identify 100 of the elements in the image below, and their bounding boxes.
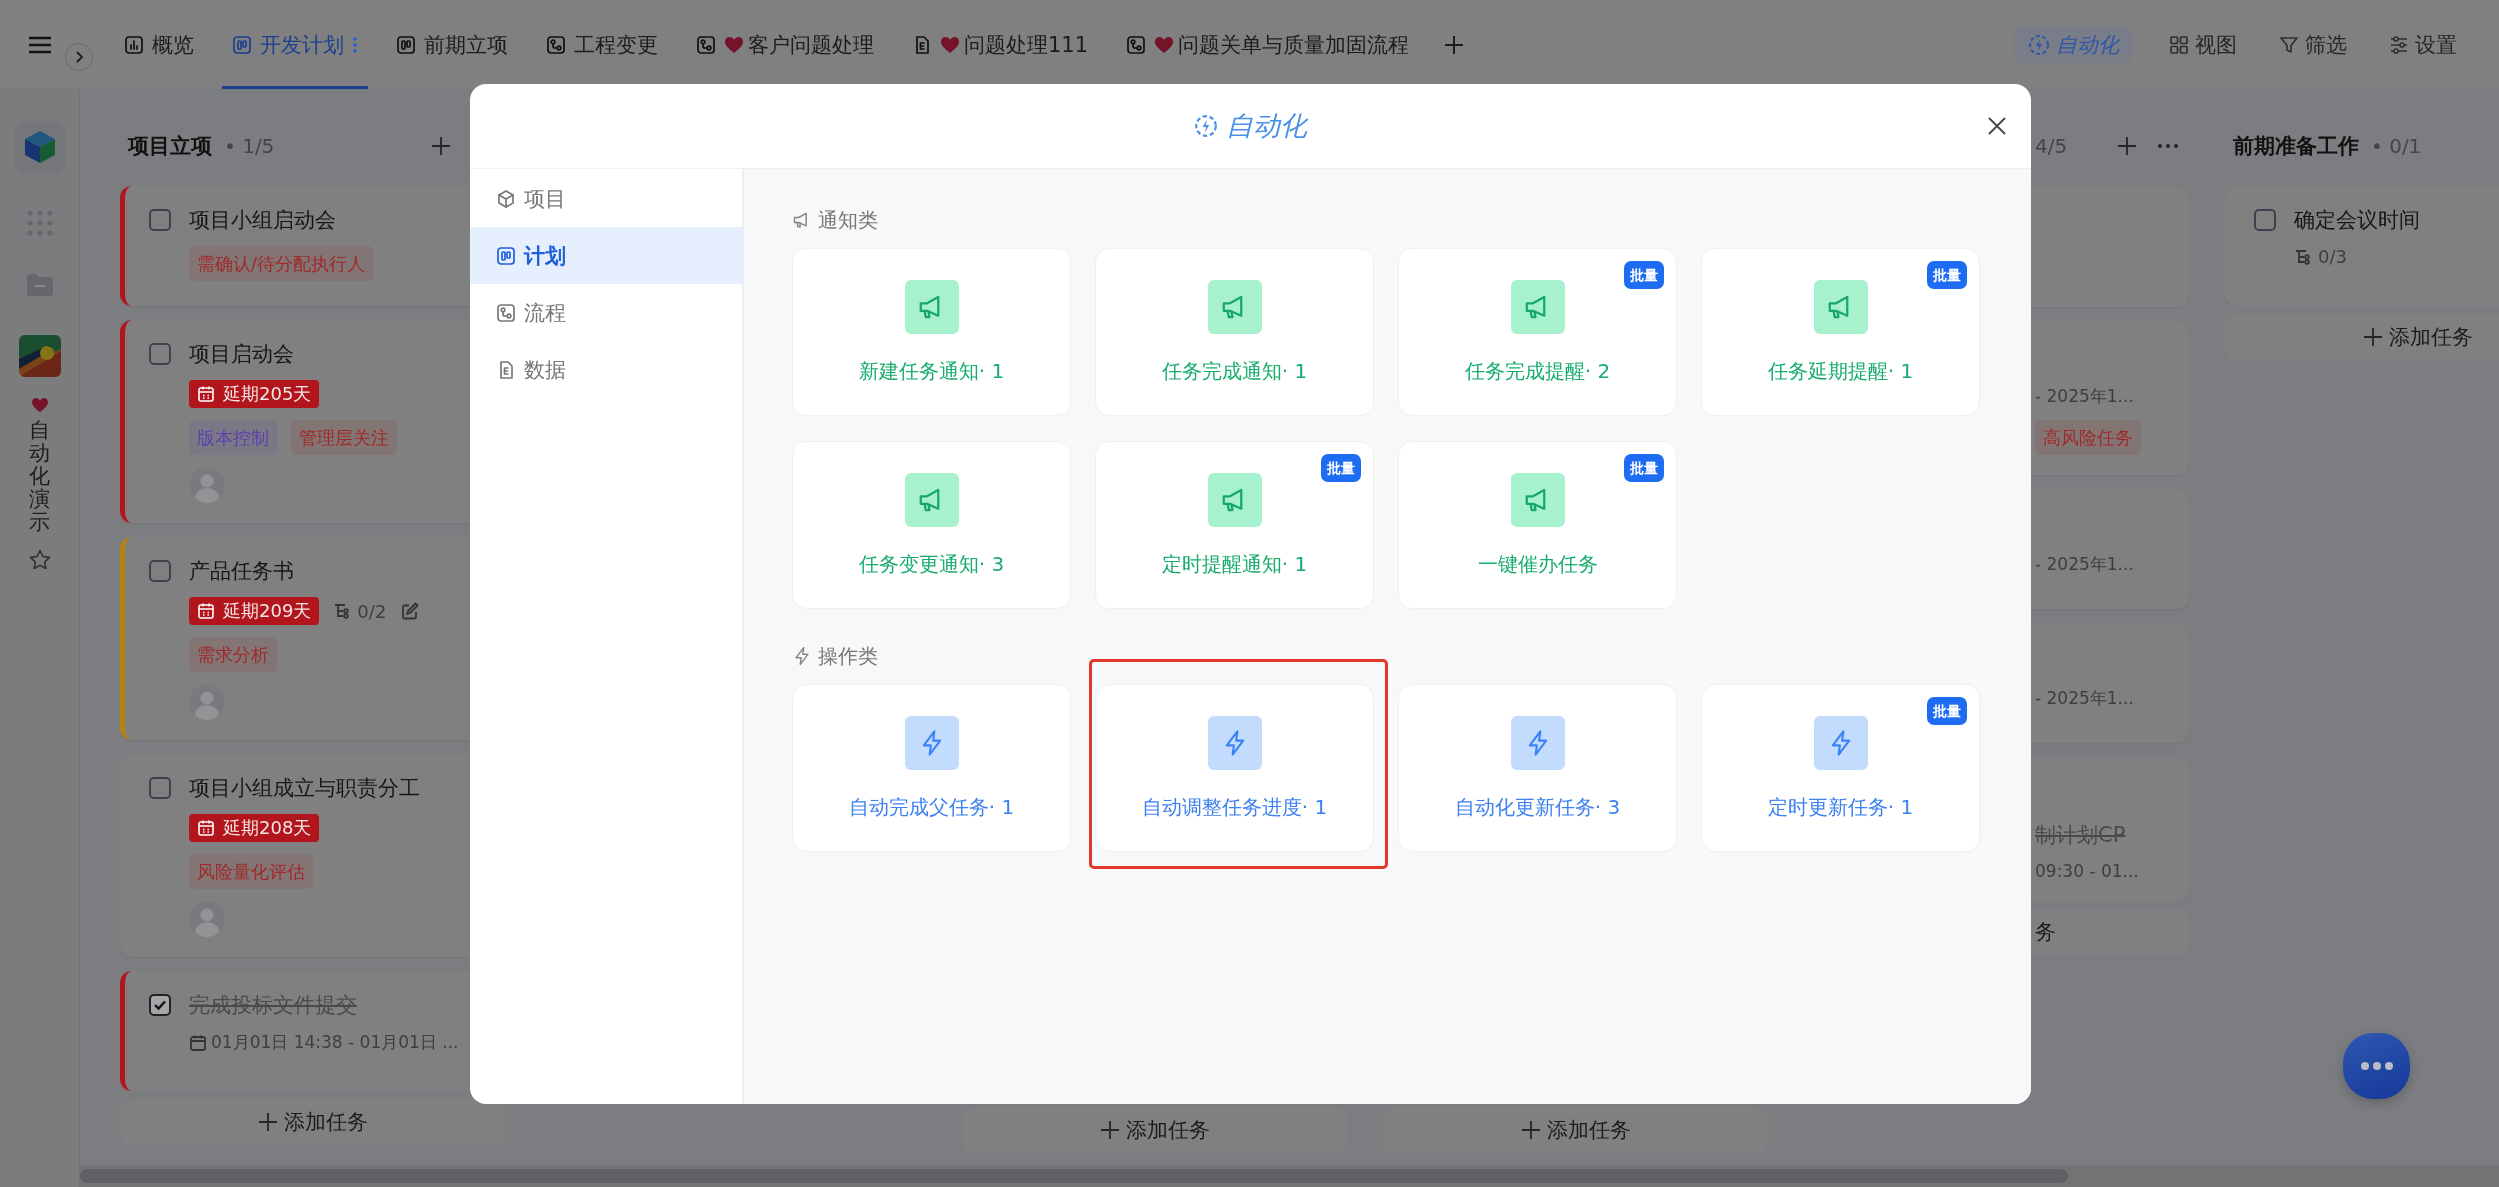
plus-icon <box>1520 1120 1541 1140</box>
megaphone-icon <box>1510 473 1565 527</box>
tab[interactable]: 开发计划 <box>222 0 368 89</box>
chart-icon <box>124 34 144 55</box>
cube-icon <box>496 188 516 209</box>
tag: 高风险任务 <box>2035 420 2141 455</box>
subtask-count: 0/2 <box>357 600 387 622</box>
nav-item[interactable]: 计划 <box>470 227 742 284</box>
tab[interactable]: 问题处理111 <box>902 0 1099 89</box>
flow-icon <box>546 34 566 55</box>
task-title: 项目小组成立与职责分工 <box>189 775 420 802</box>
more-icon <box>2156 143 2179 149</box>
task-card[interactable]: 确定会议时间 0/3 <box>2225 186 2499 306</box>
megaphone-icon <box>904 280 959 334</box>
board-icon <box>396 34 416 55</box>
add-task-button[interactable]: 添加任务 <box>962 1107 1347 1153</box>
batch-badge: 批量 <box>1927 261 1967 289</box>
app-logo[interactable] <box>13 121 66 173</box>
column-title: 前期准备工作 <box>2233 133 2359 160</box>
tab[interactable]: 客户问题处理 <box>686 0 884 89</box>
tab[interactable]: 工程变更 <box>536 0 668 89</box>
column-count: 4/5 <box>2035 134 2068 158</box>
checkbox[interactable] <box>149 777 171 799</box>
automation-icon <box>2028 33 2050 56</box>
heart-icon <box>940 35 960 54</box>
megaphone-icon <box>904 473 959 527</box>
calendar-icon <box>197 819 215 837</box>
overdue-text: 延期209天 <box>223 599 312 623</box>
automation-card[interactable]: 一键催办任务 批量 <box>1398 441 1677 609</box>
toolbar-button[interactable]: 视图 <box>2163 25 2243 64</box>
close-button[interactable] <box>1987 116 2007 136</box>
tab[interactable]: 概览 <box>114 0 204 89</box>
task-card[interactable]: - 2025年1... <box>2031 489 2189 609</box>
toolbar-button[interactable]: 设置 <box>2383 25 2463 64</box>
tag: 需确认/待分配执行人 <box>189 246 374 281</box>
more-button[interactable] <box>2343 1033 2410 1099</box>
app-name[interactable]: 自动化演示 <box>29 419 50 535</box>
subtask-icon <box>2294 247 2312 266</box>
checkbox[interactable] <box>149 209 171 231</box>
add-task-button[interactable]: 添加任务 <box>2225 314 2499 360</box>
megaphone-icon <box>1207 473 1262 527</box>
date-range: - 2025年1... <box>2035 385 2134 408</box>
automation-card[interactable]: 任务变更通知· 3 <box>792 441 1071 609</box>
folder-icon[interactable] <box>25 273 54 297</box>
subtask-icon <box>333 602 352 620</box>
batch-badge: 批量 <box>1624 454 1664 482</box>
column-title: 项目立项 <box>128 133 212 160</box>
tab[interactable]: 前期立项 <box>386 0 518 89</box>
automation-card[interactable]: 任务完成通知· 1 <box>1095 248 1374 416</box>
overdue-text: 延期208天 <box>223 816 312 840</box>
lightning-icon <box>904 716 959 770</box>
subtask-count: 0/3 <box>2318 246 2347 267</box>
add-task-button[interactable]: 添加任务 <box>1383 1107 1768 1153</box>
lightning-icon <box>792 646 812 666</box>
megaphone-icon <box>1510 280 1565 334</box>
task-card[interactable]: - 2025年1... <box>2031 623 2189 743</box>
batch-badge: 批量 <box>1321 454 1361 482</box>
automation-card[interactable]: 自动调整任务进度· 1 <box>1095 684 1374 852</box>
flow-icon <box>1126 34 1147 55</box>
tag: 风险量化评估 <box>189 854 313 889</box>
automation-card[interactable]: 新建任务通知· 1 <box>792 248 1071 416</box>
checkbox[interactable] <box>149 994 171 1016</box>
check-icon <box>153 999 167 1011</box>
add-task-button[interactable]: 务 <box>2031 909 2189 955</box>
date-range: - 2025年1... <box>2035 553 2134 576</box>
checkbox[interactable] <box>2254 209 2276 231</box>
chevron-right-icon <box>74 50 84 64</box>
automation-card[interactable]: 定时更新任务· 1 批量 <box>1701 684 1980 852</box>
tab[interactable]: 问题关单与质量加固流程 <box>1116 0 1420 89</box>
edit-icon[interactable] <box>400 601 421 621</box>
close-icon <box>1987 116 2007 136</box>
toolbar-button[interactable]: 筛选 <box>2273 25 2353 64</box>
menu-icon <box>28 34 52 55</box>
automation-card[interactable]: 自动完成父任务· 1 <box>792 684 1071 852</box>
scrollbar[interactable] <box>80 1165 2499 1187</box>
date-range: 01月01日 14:38 - 01月01日 ... <box>211 1031 459 1054</box>
section-title: 通知类 <box>818 206 878 234</box>
automation-card[interactable]: 任务完成提醒· 2 批量 <box>1398 248 1677 416</box>
task-card[interactable]: - 2025年1... 高风险任务 <box>2031 321 2189 475</box>
checkbox[interactable] <box>149 343 171 365</box>
calendar-icon <box>197 602 215 620</box>
heart-icon <box>724 35 744 54</box>
lightning-icon <box>1813 716 1868 770</box>
add-task-button[interactable]: 添加任务 <box>120 1099 505 1145</box>
more-icon <box>352 34 358 55</box>
calendar-icon <box>197 385 215 403</box>
automation-card[interactable]: 定时提醒通知· 1 批量 <box>1095 441 1374 609</box>
automation-card[interactable]: 自动化更新任务· 3 <box>1398 684 1677 852</box>
task-title: 产品任务书 <box>189 558 294 585</box>
automation-icon <box>1194 114 1218 138</box>
task-title: 确定会议时间 <box>2294 207 2420 234</box>
checkbox[interactable] <box>149 560 171 582</box>
date-range: - 2025年1... <box>2035 687 2134 710</box>
batch-badge: 批量 <box>1927 697 1967 725</box>
flow-icon <box>496 302 516 323</box>
lightning-icon <box>1510 716 1565 770</box>
automation-card[interactable]: 任务延期提醒· 1 批量 <box>1701 248 1980 416</box>
plus-icon <box>2362 327 2383 347</box>
calendar-icon <box>189 1033 207 1052</box>
flow-icon <box>696 34 716 55</box>
